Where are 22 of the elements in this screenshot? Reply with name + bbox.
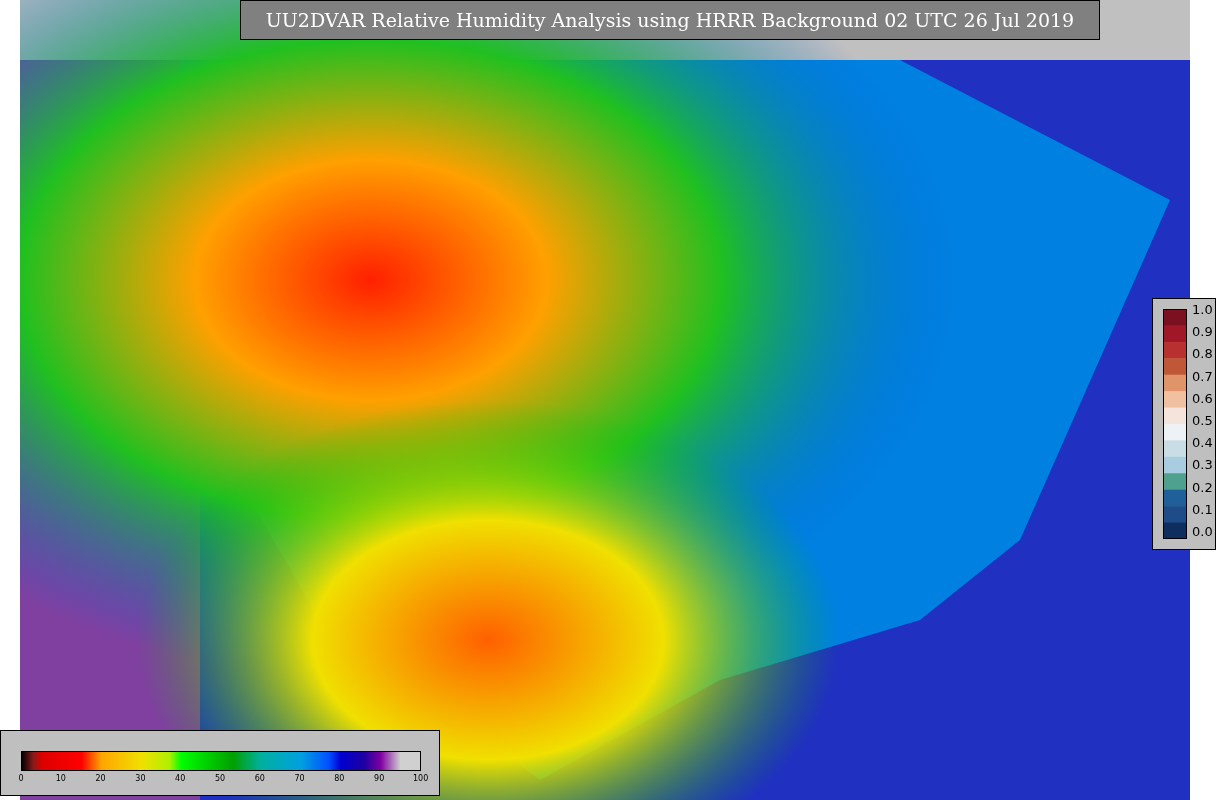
colorbar-tick-label: 0.1: [1192, 502, 1213, 517]
legend-tick-label: 30: [134, 774, 147, 784]
colorbar-tick-label: 0.3: [1192, 458, 1213, 473]
colorbar-tick-label: 0.2: [1192, 480, 1213, 495]
legend-tick-label: 40: [174, 774, 187, 784]
colorbar-tick-label: 0.9: [1192, 325, 1213, 340]
colorbar-tick-label: 0.7: [1192, 369, 1213, 384]
legend-tick-label: 0: [17, 774, 25, 784]
colorbar-tick-label: 0.5: [1192, 413, 1213, 428]
colorbar-tick-label: 0.6: [1192, 391, 1213, 406]
legend-tick-label: 90: [373, 774, 386, 784]
colorbar-tick-label: 1.0: [1192, 303, 1213, 317]
legend-tick-label: 20: [94, 774, 107, 784]
legend-tick-label: 70: [293, 774, 306, 784]
legend-tick-label: 10: [54, 774, 67, 784]
map-title: UU2DVAR Relative Humidity Analysis using HRRR Background 02 UTC 26 Jul 2019: [240, 0, 1100, 40]
legend-tick-label: 50: [214, 774, 226, 784]
colorbar-tick-label: 0.0: [1192, 524, 1213, 539]
colorbar-tick-label: 0.8: [1192, 347, 1213, 362]
legend-tick-label: 80: [333, 774, 346, 784]
legend-tick-label: 60: [253, 774, 266, 784]
colorbar-tick-label: 0.4: [1192, 436, 1213, 451]
